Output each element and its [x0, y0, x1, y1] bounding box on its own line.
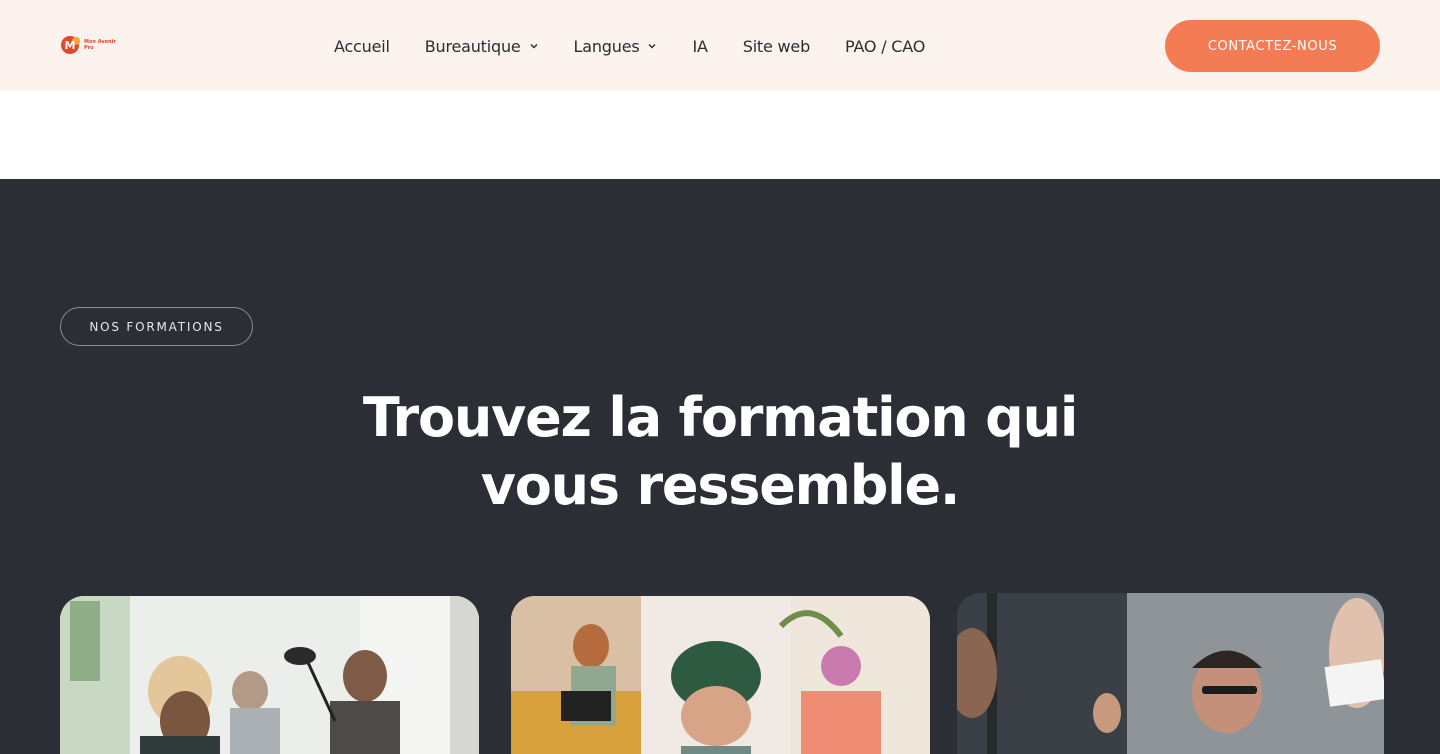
nav-item-langues[interactable]: Langues [574, 37, 658, 56]
business-meeting-photo [957, 593, 1384, 754]
site-logo[interactable]: M Mon Avenir Pro [60, 33, 122, 57]
nav-item-label: Langues [573, 36, 640, 56]
section-eyebrow-badge: NOS FORMATIONS [60, 307, 253, 346]
formations-section: NOS FORMATIONS Trouvez la formation qui … [0, 179, 1440, 754]
headline-line-1: Trouvez la formation qui [362, 386, 1078, 449]
main-nav: Accueil Bureautique Langues IA Site web … [334, 33, 925, 59]
section-headline: Trouvez la formation qui vous ressemble. [320, 384, 1120, 520]
nav-item-label: Accueil [334, 36, 390, 56]
logo-letter: M [65, 39, 76, 52]
formation-card-1[interactable] [60, 596, 479, 754]
logo-line2: Pro [84, 45, 94, 51]
office-team-photo [60, 596, 479, 754]
nav-item-label: IA [692, 36, 708, 56]
nav-item-site-web[interactable]: Site web [743, 37, 810, 56]
chevron-down-icon [647, 41, 657, 51]
logo-wordmark: Mon Avenir Pro [84, 39, 116, 51]
contact-button[interactable]: CONTACTEZ-NOUS [1165, 20, 1380, 72]
nav-item-accueil[interactable]: Accueil [334, 37, 390, 56]
nav-item-label: Site web [742, 36, 811, 56]
logo-mark-icon: M [60, 34, 82, 56]
nav-item-bureautique[interactable]: Bureautique [425, 37, 539, 56]
nav-item-ia[interactable]: IA [692, 37, 707, 56]
headline-line-2: vous ressemble. [480, 454, 961, 517]
nav-item-label: PAO / CAO [845, 36, 926, 56]
nav-item-label: Bureautique [424, 36, 521, 56]
formation-card-2[interactable] [511, 596, 930, 754]
students-laptop-photo [511, 596, 930, 754]
nav-item-pao-cao[interactable]: PAO / CAO [845, 37, 925, 56]
site-header: M Mon Avenir Pro Accueil Bureautique Lan… [0, 0, 1440, 91]
chevron-down-icon [529, 41, 539, 51]
formation-card-3[interactable] [957, 593, 1384, 754]
